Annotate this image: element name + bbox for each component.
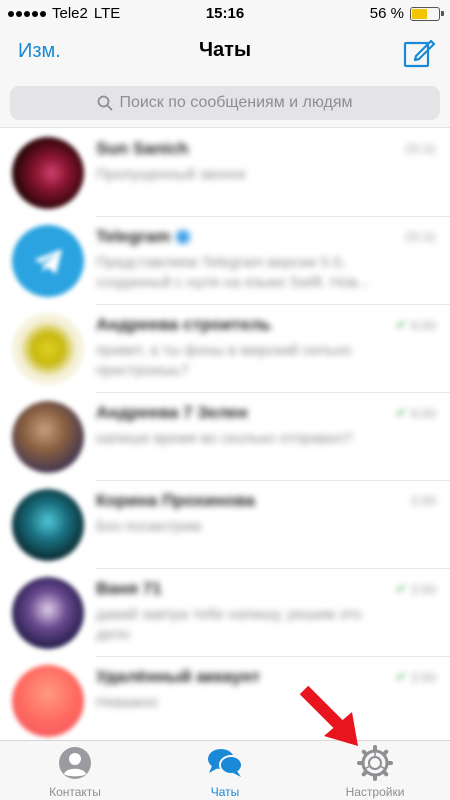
search-icon [98,95,113,111]
chat-time: 6:00 [410,405,436,421]
chat-list: Sun Sanich 15:11 Пропущенный звонок Tele… [0,129,450,740]
avatar [12,489,84,561]
chat-text: Ваня 71 ✔ 2:00 давай завтра тебе напишу, … [96,579,436,645]
read-check-icon: ✔ [395,405,407,420]
status-right: 56 % [369,5,444,22]
chat-row[interactable]: Telegram 15:11 Представляем Telegram вер… [0,217,450,305]
tab-bar: Контакты Чаты Настройки [0,740,450,800]
read-check-icon: ✔ [395,581,407,596]
chat-name: Андреева 7 Зелен [96,403,248,422]
chat-text: Андреева 7 Зелен ✔ 6:00 напиши время во с… [96,403,436,449]
chat-text: Telegram 15:11 Представляем Telegram вер… [96,227,436,293]
chat-time: 15:11 [404,229,436,244]
person-icon [59,747,91,779]
telegram-avatar [12,225,84,297]
chat-time: 2:00 [410,493,436,508]
chat-time: 2:00 [410,669,436,685]
avatar [12,137,84,209]
chat-name: Андреева строитель [96,315,272,334]
chat-preview: Без посмотрим [96,518,202,535]
chat-row[interactable]: Андреева строитель ✔ 6:00 привет, а ты фо… [0,305,450,393]
search-placeholder: Поиск по сообщениям и людям [119,94,353,111]
paper-plane-icon [34,249,62,274]
battery-icon [410,6,444,21]
chat-time: 2:00 [410,581,436,597]
chat-name: Удалённый аккаунт [96,667,261,686]
tab-label: Настройки [345,785,405,799]
chat-preview: Представляем Telegram версии 5.0, создан… [96,254,370,291]
tab-contacts[interactable]: Контакты [0,741,150,800]
chat-name: Telegram [96,227,171,246]
avatar [12,313,84,385]
chat-text: Sun Sanich 15:11 Пропущенный звонок [96,139,436,185]
avatar [12,577,84,649]
chat-bubbles-icon [208,749,243,777]
chat-text: Удалённый аккаунт ✔ 2:00 Неважно [96,667,436,713]
chat-text: Корина Прохинова 2:00 Без посмотрим [96,491,436,537]
read-check-icon: ✔ [395,317,407,332]
chat-text: Андреева строитель ✔ 6:00 привет, а ты фо… [96,315,436,381]
chat-name: Ваня 71 [96,579,162,598]
chat-preview: напиши время во сколько отправил? [96,430,353,447]
chat-name: Sun Sanich [96,139,189,158]
navigation-bar: Изм. Чаты [0,28,450,78]
chat-name: Корина Прохинова [96,491,255,510]
read-check-icon: ✔ [395,669,407,684]
page-title: Чаты [198,39,252,61]
red-arrow-icon [299,685,358,746]
chat-row[interactable]: Удалённый аккаунт ✔ 2:00 Неважно [0,657,450,740]
tab-label: Чаты [210,785,240,799]
avatar [12,665,84,737]
tab-label: Контакты [49,785,101,799]
chat-row[interactable]: Sun Sanich 15:11 Пропущенный звонок [0,129,450,217]
avatar [12,401,84,473]
compose-icon[interactable] [402,36,436,70]
chat-row[interactable]: Ваня 71 ✔ 2:00 давай завтра тебе напишу, … [0,569,450,657]
status-bar: Tele2 LTE 15:16 56 % [0,0,450,28]
battery-fill [412,8,427,19]
tab-chats[interactable]: Чаты [150,741,300,800]
chat-row[interactable]: Корина Прохинова 2:00 Без посмотрим [0,481,450,569]
search-input[interactable]: Поиск по сообщениям и людям [10,86,440,120]
battery-percent: 56 % [369,5,404,22]
chat-preview: Пропущенный звонок [96,166,246,183]
verified-icon [176,230,191,244]
chat-preview: давай завтра тебе напишу, решим это дело [96,606,362,643]
chat-row[interactable]: Андреева 7 Зелен ✔ 6:00 напиши время во с… [0,393,450,481]
chat-preview: привет, а ты фоны в мирский сильно прист… [96,342,352,379]
search-area: Поиск по сообщениям и людям [0,78,450,128]
chat-time: 6:00 [410,317,436,333]
chat-time: 15:11 [404,141,436,156]
